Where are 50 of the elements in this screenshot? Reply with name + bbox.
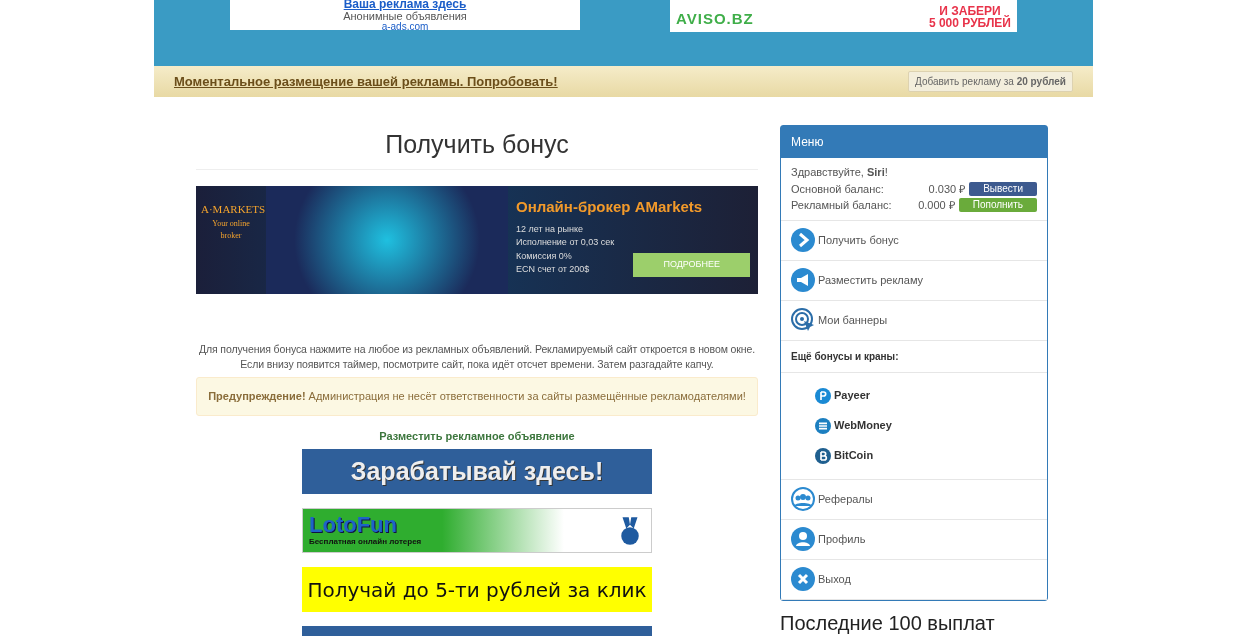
ad-tagline: Your online broker xyxy=(211,217,251,242)
broker-ad[interactable]: A·MARKETS Your online broker Онлайн-брокер AMarkets 12 лет на рынке Исполнение от 0,03 сек Комиссия 0% ECN счет от 200$ ПОДРОБНЕЕ xyxy=(196,186,758,294)
ad-headline: Онлайн-брокер AMarkets xyxy=(516,197,704,217)
faucet-link[interactable]: Payeer xyxy=(781,380,1047,411)
balance-button[interactable]: Вывести xyxy=(969,181,1037,196)
ad-banner[interactable]: LotoFun Бесплатная онлайн лотерея xyxy=(302,508,652,554)
place-ad-link[interactable]: Разместить рекламное объявление xyxy=(196,427,758,445)
balance-value: 0.000 ₽ xyxy=(918,198,955,213)
ad-url: a-ads.com xyxy=(380,22,430,33)
menu-label: Профиль xyxy=(818,531,866,547)
section-heading: Ещё бонусы и краны: xyxy=(781,340,1047,373)
ad-fact: Комиссия 0% xyxy=(516,249,573,263)
menu-item[interactable]: Получить бонус xyxy=(781,220,1047,261)
warning-alert: Предупреждение! Администрация не несёт ответственности за сайты размещённые рекламодателями! xyxy=(196,377,758,416)
promo-link[interactable]: Моментальное размещение вашей рекламы. Попробовать! xyxy=(174,71,558,92)
banner-subtitle: Бесплатная онлайн лотерея xyxy=(309,535,422,548)
balance-label: Основной баланс: xyxy=(791,181,885,197)
menu-label: Мои баннеры xyxy=(818,312,888,328)
balance-label: Рекламный баланс: xyxy=(791,198,893,213)
menu-header: Меню xyxy=(781,126,1047,158)
menu-item[interactable]: Мои баннеры xyxy=(781,300,1047,341)
ad-fact: ECN счет от 200$ xyxy=(516,263,591,276)
section-title: Последние 100 выплат xyxy=(780,612,996,633)
menu-label: Получить бонус xyxy=(818,232,899,248)
greeting-text: Здравствуйте, Siri! xyxy=(791,165,889,180)
ad-banner[interactable]: Получай до 5-ти рублей за клик xyxy=(302,567,652,613)
ad-banner[interactable]: Зарабатывай здесь! xyxy=(302,449,652,495)
banner-logo: LotoFun xyxy=(309,513,398,536)
menu-item[interactable]: Рефералы xyxy=(781,479,1047,520)
add-ad-button[interactable]: Добавить рекламу за 20 рублей xyxy=(908,71,1073,92)
ad-link[interactable]: Ваша реклама здесь xyxy=(230,0,580,11)
faucet-label: Payeer xyxy=(834,388,871,404)
menu-item[interactable]: Выход xyxy=(781,559,1047,600)
banner-logo: AVISO.BZ xyxy=(676,8,754,29)
menu-label: Разместить рекламу xyxy=(818,272,924,288)
ad-fact: 12 лет на рынке xyxy=(516,222,585,236)
ad-subtitle: Анонимные объявления xyxy=(342,10,468,22)
instructions-text: Для получения бонуса нажмите на любое из рекламных объявлений. Рекламируемый сайт откроется в новом окне. Если внизу появится таймер, посмотрите сайт, пока идёт отсчет времени. Затем разгадайте капчу. xyxy=(197,342,757,372)
faucet-label: BitCoin xyxy=(834,448,874,464)
faucet-link[interactable]: BitCoin xyxy=(781,440,1047,471)
faucet-label: WebMoney xyxy=(834,418,892,434)
menu-item[interactable]: Разместить рекламу xyxy=(781,260,1047,301)
balance-value: 0.030 ₽ xyxy=(928,181,966,197)
menu-label: Рефералы xyxy=(818,491,873,507)
banner-text: И ЗАБЕРИ 5 000 РУБЛЕЙ xyxy=(928,4,1011,30)
menu-item[interactable]: Профиль xyxy=(781,519,1047,560)
page-title: Получить бонус xyxy=(196,125,758,170)
faucet-link[interactable]: WebMoney xyxy=(781,410,1047,441)
menu-label: Выход xyxy=(818,571,851,587)
ad-fact: Исполнение от 0,03 сек xyxy=(516,236,615,249)
